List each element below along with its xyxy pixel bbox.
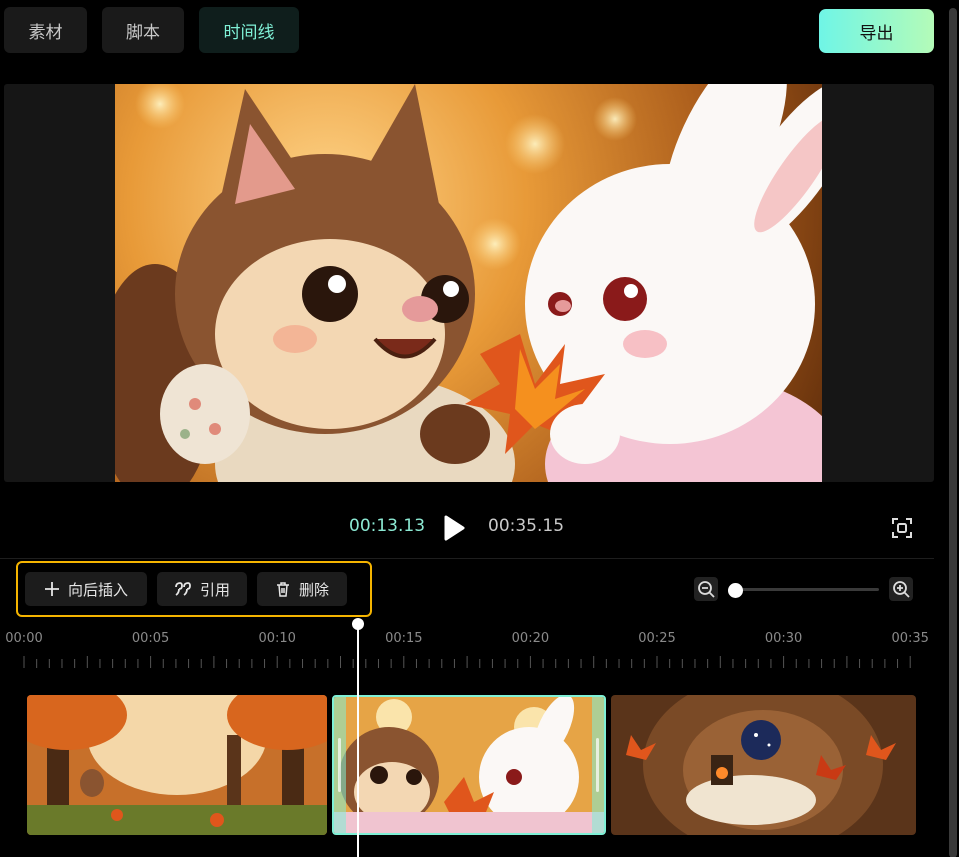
clip-thumbnail-squirrel-bunny: [334, 697, 604, 833]
playhead-handle[interactable]: [352, 618, 364, 630]
timeline-tick-label: 00:35: [891, 631, 929, 646]
timeline-clip[interactable]: [27, 695, 327, 835]
clip-trim-handle-right[interactable]: [592, 697, 604, 833]
total-time: 00:35.15: [488, 516, 565, 536]
playhead[interactable]: [357, 622, 359, 857]
preview-frame-squirrel-bunny: [115, 84, 822, 482]
timeline-tick-label: 00:25: [638, 631, 676, 646]
quote-icon: [175, 582, 191, 596]
fullscreen-icon[interactable]: [890, 516, 914, 540]
timeline-tick-label: 00:05: [131, 631, 170, 646]
play-icon[interactable]: [441, 514, 467, 542]
video-preview: [4, 84, 934, 482]
divider: [0, 558, 934, 559]
clip-thumbnail-tree-hollow: [611, 695, 916, 835]
timeline-tick-label: 00:20: [511, 631, 550, 646]
insert-after-label: 向后插入: [67, 580, 128, 599]
tab-timeline[interactable]: 时间线: [199, 7, 299, 53]
plus-icon: [44, 582, 59, 596]
zoom-in-icon[interactable]: [889, 577, 913, 601]
clip-thumbnail-autumn-forest: [27, 695, 327, 835]
preview-illustration: [115, 84, 822, 482]
timeline-tick-label: 00:00: [5, 631, 43, 646]
delete-label: 删除: [298, 580, 329, 599]
zoom-out-icon[interactable]: [694, 577, 718, 601]
timeline-ruler[interactable]: [0, 655, 934, 669]
quote-label: 引用: [199, 580, 230, 599]
tab-materials[interactable]: 素材: [4, 7, 87, 53]
zoom-slider-handle[interactable]: [728, 583, 744, 598]
export-button[interactable]: 导出: [819, 9, 934, 53]
timeline-tick-label: 00:30: [764, 631, 803, 646]
zoom-slider-track[interactable]: [728, 588, 879, 591]
timeline-tick-label: 00:15: [385, 631, 423, 646]
trash-icon: [276, 582, 289, 597]
timeline-clip[interactable]: [611, 695, 916, 835]
scrollbar-thumb[interactable]: [949, 8, 957, 857]
current-time: 00:13.13: [349, 516, 426, 536]
timeline-clip-selected[interactable]: [332, 695, 606, 835]
delete-button[interactable]: 删除: [257, 572, 347, 606]
tab-script[interactable]: 脚本: [102, 7, 184, 53]
quote-button[interactable]: 引用: [157, 572, 247, 606]
clip-trim-handle-left[interactable]: [334, 697, 346, 833]
insert-after-button[interactable]: 向后插入: [25, 572, 147, 606]
timeline-tick-label: 00:10: [258, 631, 296, 646]
